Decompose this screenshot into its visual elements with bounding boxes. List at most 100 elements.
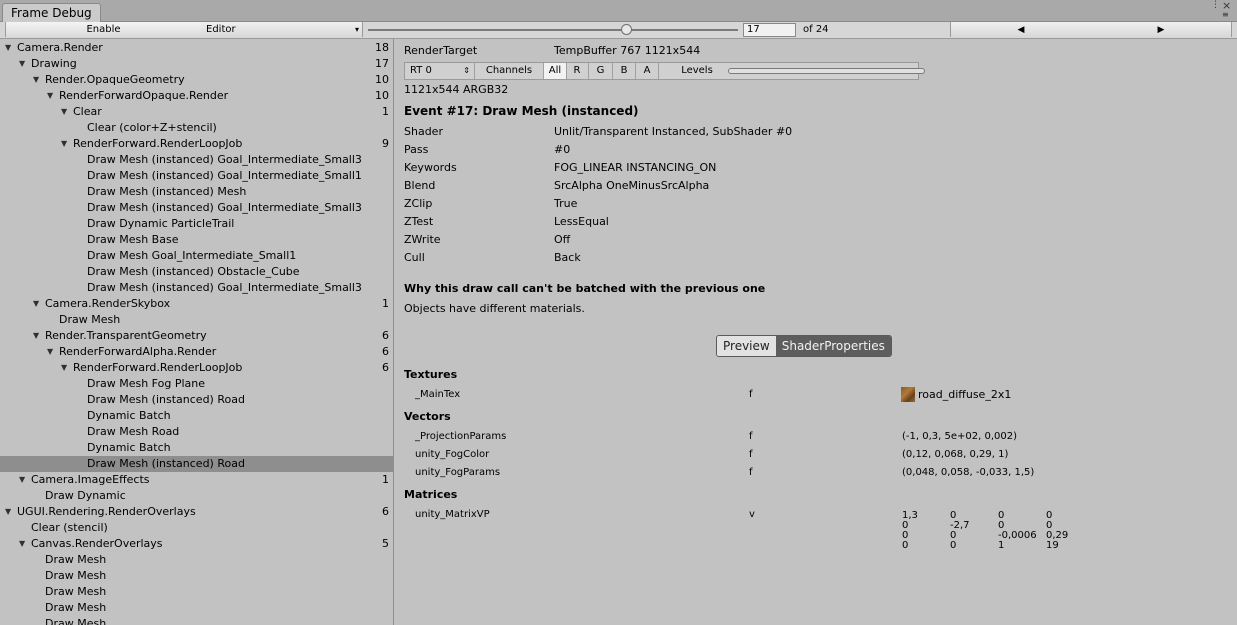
- expand-arrow-icon[interactable]: ▼: [19, 472, 29, 488]
- channel-g-button[interactable]: G: [589, 63, 613, 79]
- event-tree[interactable]: ▼ Camera.Render 18 ▼ Drawing 17 ▼ Render.Opaque…: [0, 39, 394, 625]
- tree-row[interactable]: Draw Mesh: [0, 600, 393, 616]
- expand-arrow-icon[interactable]: ▼: [33, 296, 43, 312]
- tree-row[interactable]: Draw Mesh (instanced) Goal_Intermediate_…: [0, 280, 393, 296]
- channel-a-button[interactable]: A: [636, 63, 659, 79]
- tree-row-label: Draw Mesh: [45, 585, 107, 598]
- next-event-button[interactable]: ▶: [1091, 22, 1232, 37]
- expand-arrow-icon[interactable]: ▼: [33, 328, 43, 344]
- tree-row[interactable]: ▼ RenderForwardOpaque.Render 10: [0, 88, 393, 104]
- levels-slider[interactable]: [728, 68, 925, 74]
- tree-row[interactable]: Draw Mesh Base: [0, 232, 393, 248]
- tree-row-label: Draw Mesh (instanced) Goal_Intermediate_…: [87, 201, 362, 214]
- textures-heading: Textures: [404, 368, 458, 381]
- options-icon[interactable]: ≡: [1222, 10, 1229, 19]
- channel-b-button[interactable]: B: [613, 63, 636, 79]
- tree-row[interactable]: Draw Mesh Goal_Intermediate_Small1: [0, 248, 393, 264]
- expand-arrow-icon[interactable]: ▼: [47, 88, 57, 104]
- matrix-name: unity_MatrixVP: [415, 509, 490, 520]
- tree-row[interactable]: ▼ Camera.ImageEffects 1: [0, 472, 393, 488]
- tree-row-label: UGUI.Rendering.RenderOverlays: [17, 505, 196, 518]
- tree-row[interactable]: ▼ Render.OpaqueGeometry 10: [0, 72, 393, 88]
- tree-row[interactable]: ▼ RenderForwardAlpha.Render 6: [0, 344, 393, 360]
- tree-row[interactable]: ▼ Clear 1: [0, 104, 393, 120]
- tree-row-label: Draw Mesh Road: [87, 425, 180, 438]
- tab-frame-debug[interactable]: Frame Debug: [2, 3, 101, 22]
- expand-arrow-icon[interactable]: ▼: [61, 104, 71, 120]
- tree-row[interactable]: ▼ UGUI.Rendering.RenderOverlays 6: [0, 504, 393, 520]
- event-details-panel: RenderTarget TempBuffer 767 1121x544 RT …: [394, 39, 1237, 625]
- tree-row-count: 17: [375, 57, 389, 70]
- kebab-menu-icon[interactable]: ⋮: [1211, 0, 1220, 10]
- tree-row[interactable]: Dynamic Batch: [0, 440, 393, 456]
- expand-arrow-icon[interactable]: ▼: [19, 536, 29, 552]
- texture-format: 1121x544 ARGB32: [404, 83, 509, 96]
- render-target-toolbar: RT 0 ⇕ Channels All R G B A Levels: [404, 62, 925, 80]
- state-key: Shader: [404, 125, 443, 138]
- tree-row[interactable]: Draw Mesh Fog Plane: [0, 376, 393, 392]
- tree-row-label: Clear (stencil): [31, 521, 108, 534]
- tree-row-label: Draw Mesh (instanced) Goal_Intermediate_…: [87, 281, 362, 294]
- tree-row[interactable]: Draw Mesh (instanced) Obstacle_Cube: [0, 264, 393, 280]
- event-title: Event #17: Draw Mesh (instanced): [404, 104, 639, 118]
- tree-row[interactable]: Draw Mesh (instanced) Mesh: [0, 184, 393, 200]
- tree-row-count: 5: [382, 537, 389, 550]
- tree-row[interactable]: Draw Mesh: [0, 568, 393, 584]
- tree-row[interactable]: Draw Mesh Road: [0, 424, 393, 440]
- expand-arrow-icon[interactable]: ▼: [47, 344, 57, 360]
- editor-dropdown[interactable]: Editor ▾: [201, 22, 363, 37]
- vector-type: f: [749, 449, 753, 460]
- matrix-cell: 19: [1046, 540, 1059, 551]
- channel-all-button[interactable]: All: [543, 63, 567, 79]
- texture-thumbnail[interactable]: [901, 387, 915, 402]
- event-slider-track[interactable]: [368, 29, 738, 31]
- tree-row[interactable]: Draw Mesh: [0, 584, 393, 600]
- tree-row[interactable]: ▼ Camera.Render 18: [0, 40, 393, 56]
- tree-row[interactable]: Clear (color+Z+stencil): [0, 120, 393, 136]
- previous-event-button[interactable]: ◀: [950, 22, 1092, 37]
- enable-button[interactable]: Enable: [5, 22, 202, 37]
- tree-row-count: 6: [382, 361, 389, 374]
- vector-name: unity_FogColor: [415, 449, 490, 460]
- rt-select[interactable]: RT 0 ⇕: [405, 63, 475, 79]
- expand-arrow-icon[interactable]: ▼: [61, 360, 71, 376]
- expand-arrow-icon[interactable]: ▼: [19, 56, 29, 72]
- expand-arrow-icon[interactable]: ▼: [5, 504, 15, 520]
- tree-row[interactable]: Draw Mesh: [0, 616, 393, 625]
- tree-row-label: Draw Mesh (instanced) Goal_Intermediate_…: [87, 169, 362, 182]
- channel-r-button[interactable]: R: [566, 63, 589, 79]
- tree-row-label: RenderForwardAlpha.Render: [59, 345, 217, 358]
- tree-row[interactable]: ▼ Drawing 17: [0, 56, 393, 72]
- tree-row[interactable]: Draw Mesh: [0, 552, 393, 568]
- tree-row-label: Camera.ImageEffects: [31, 473, 150, 486]
- tree-row[interactable]: Draw Mesh (instanced) Road: [0, 392, 393, 408]
- tree-row[interactable]: ▼ Camera.RenderSkybox 1: [0, 296, 393, 312]
- tree-row[interactable]: Draw Mesh (instanced) Goal_Intermediate_…: [0, 168, 393, 184]
- tree-row[interactable]: Clear (stencil): [0, 520, 393, 536]
- tree-row[interactable]: ▼ Canvas.RenderOverlays 5: [0, 536, 393, 552]
- tree-row[interactable]: Dynamic Batch: [0, 408, 393, 424]
- event-slider-handle[interactable]: [621, 24, 632, 35]
- tree-row[interactable]: Draw Dynamic: [0, 488, 393, 504]
- event-number-field[interactable]: 17: [743, 23, 796, 37]
- tree-row[interactable]: Draw Mesh (instanced) Goal_Intermediate_…: [0, 152, 393, 168]
- tree-row[interactable]: ▼ RenderForward.RenderLoopJob 9: [0, 136, 393, 152]
- tree-row-label: Draw Mesh (instanced) Mesh: [87, 185, 247, 198]
- tree-row[interactable]: ▼ Render.TransparentGeometry 6: [0, 328, 393, 344]
- state-value: #0: [554, 143, 571, 156]
- tree-row-count: 1: [382, 105, 389, 118]
- expand-arrow-icon[interactable]: ▼: [5, 40, 15, 56]
- expand-arrow-icon[interactable]: ▼: [33, 72, 43, 88]
- tree-row[interactable]: Draw Mesh (instanced) Goal_Intermediate_…: [0, 200, 393, 216]
- tree-row-label: RenderForwardOpaque.Render: [59, 89, 229, 102]
- shader-properties-tab[interactable]: ShaderProperties: [775, 336, 891, 356]
- tree-row[interactable]: ▼ RenderForward.RenderLoopJob 6: [0, 360, 393, 376]
- tree-row[interactable]: Draw Mesh (instanced) Road: [0, 456, 393, 472]
- tree-row-label: Dynamic Batch: [87, 441, 171, 454]
- updown-arrow-icon: ⇕: [463, 66, 470, 75]
- tree-row[interactable]: Draw Dynamic ParticleTrail: [0, 216, 393, 232]
- matrix-cell: 0: [902, 540, 909, 551]
- preview-tab[interactable]: Preview: [717, 336, 776, 356]
- expand-arrow-icon[interactable]: ▼: [61, 136, 71, 152]
- tree-row[interactable]: Draw Mesh: [0, 312, 393, 328]
